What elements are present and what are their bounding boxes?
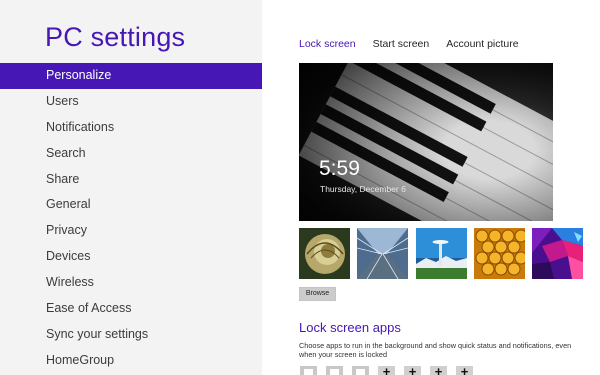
calendar-icon xyxy=(356,369,365,375)
messaging-icon xyxy=(304,369,313,375)
thumbnail-space-needle[interactable] xyxy=(415,228,467,279)
thumbnail-nautilus[interactable] xyxy=(299,228,350,279)
plus-icon: + xyxy=(408,364,417,375)
nav-item-ease-of-access[interactable]: Ease of Access xyxy=(0,296,262,322)
add-lock-app-button[interactable]: + xyxy=(456,364,473,375)
nav-item-sync-settings[interactable]: Sync your settings xyxy=(0,322,262,348)
nav-item-users[interactable]: Users xyxy=(0,89,262,115)
nav-pane: PC settings Personalize Users Notificati… xyxy=(0,0,262,375)
plus-icon: + xyxy=(434,364,443,375)
lock-app-slot-messaging[interactable] xyxy=(300,366,317,375)
nav-item-notifications[interactable]: Notifications xyxy=(0,115,262,141)
add-lock-app-button[interactable]: + xyxy=(378,364,395,375)
nav-item-general[interactable]: General xyxy=(0,192,262,218)
nav-item-privacy[interactable]: Privacy xyxy=(0,218,262,244)
mail-icon xyxy=(330,369,339,375)
tab-start-screen[interactable]: Start screen xyxy=(373,38,430,50)
lock-date: Thursday, December 6 xyxy=(320,184,406,194)
nav-item-search[interactable]: Search xyxy=(0,141,262,167)
nav-item-personalize[interactable]: Personalize xyxy=(0,63,262,89)
tab-account-picture[interactable]: Account picture xyxy=(446,38,518,50)
personalize-tabs: Lock screen Start screen Account picture xyxy=(299,38,536,50)
add-lock-app-button[interactable]: + xyxy=(404,364,421,375)
page-title: PC settings xyxy=(45,22,186,52)
lock-screen-app-slots: + + + + xyxy=(300,364,482,375)
thumbnail-honeycomb[interactable] xyxy=(473,228,525,279)
nav-item-wireless[interactable]: Wireless xyxy=(0,270,262,296)
lock-app-slot-calendar[interactable] xyxy=(352,366,369,375)
nav-item-homegroup[interactable]: HomeGroup xyxy=(0,348,262,374)
lock-screen-apps-heading: Lock screen apps xyxy=(299,320,401,335)
lock-screen-apps-description: Choose apps to run in the background and… xyxy=(299,341,572,360)
plus-icon: + xyxy=(382,364,391,375)
piano-keys-image xyxy=(299,63,553,221)
add-lock-app-button[interactable]: + xyxy=(430,364,447,375)
lock-app-slot-mail[interactable] xyxy=(326,366,343,375)
thumbnail-geometry[interactable] xyxy=(532,228,584,279)
lock-screen-preview: 5:59 Thursday, December 6 xyxy=(299,63,553,221)
plus-icon: + xyxy=(460,364,469,375)
nav-item-share[interactable]: Share xyxy=(0,167,262,193)
nav-item-devices[interactable]: Devices xyxy=(0,244,262,270)
lock-clock: 5:59 xyxy=(319,157,360,180)
thumbnail-highway[interactable] xyxy=(357,228,409,279)
browse-button[interactable]: Browse xyxy=(299,287,336,301)
tab-lock-screen[interactable]: Lock screen xyxy=(299,38,356,50)
lock-background-thumbnails xyxy=(299,228,590,279)
settings-nav-list: Personalize Users Notifications Search S… xyxy=(0,63,262,374)
